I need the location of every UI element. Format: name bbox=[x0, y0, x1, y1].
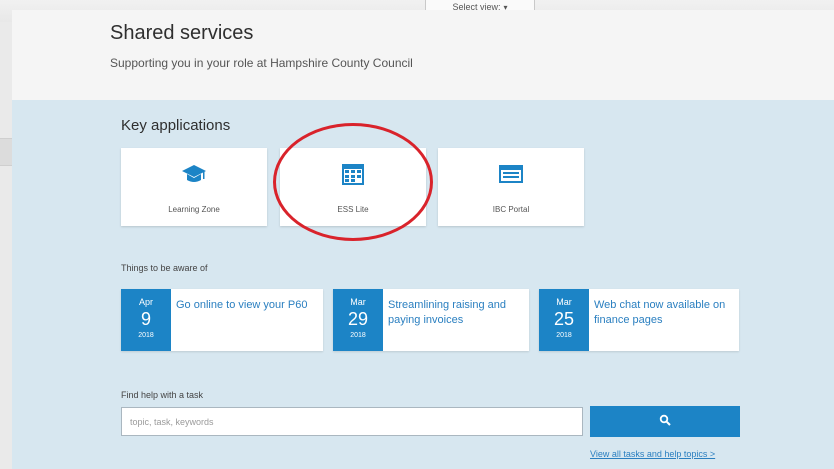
things-to-be-aware-of-heading: Things to be aware of bbox=[121, 263, 208, 273]
date-badge: Apr 9 2018 bbox=[121, 289, 171, 351]
search-input[interactable] bbox=[121, 407, 583, 436]
news-card[interactable]: Mar 29 2018 Streamlining raising and pay… bbox=[333, 289, 529, 351]
graduation-cap-icon bbox=[181, 162, 207, 186]
background-side-tab bbox=[0, 138, 12, 166]
date-badge: Mar 29 2018 bbox=[333, 289, 383, 351]
date-day: 25 bbox=[553, 309, 575, 329]
date-badge: Mar 25 2018 bbox=[539, 289, 589, 351]
view-all-tasks-link[interactable]: View all tasks and help topics > bbox=[590, 449, 715, 459]
news-card[interactable]: Apr 9 2018 Go online to view your P60 bbox=[121, 289, 323, 351]
find-help-label: Find help with a task bbox=[121, 390, 204, 400]
page-subtitle: Supporting you in your role at Hampshire… bbox=[110, 56, 413, 70]
background-left-edge bbox=[0, 22, 12, 469]
calendar-icon bbox=[340, 162, 366, 186]
news-card-text[interactable]: Web chat now available on finance pages bbox=[594, 298, 733, 328]
date-day: 29 bbox=[347, 309, 369, 329]
date-year: 2018 bbox=[556, 332, 572, 339]
browser-window-icon bbox=[498, 162, 524, 186]
news-card-text[interactable]: Streamlining raising and paying invoices bbox=[388, 298, 523, 328]
app-card-ess-lite[interactable]: ESS Lite bbox=[280, 148, 426, 226]
date-day: 9 bbox=[140, 309, 151, 329]
page-title: Shared services bbox=[110, 22, 254, 44]
news-card[interactable]: Mar 25 2018 Web chat now available on fi… bbox=[539, 289, 739, 351]
app-card-label: IBC Portal bbox=[492, 205, 530, 214]
date-month: Mar bbox=[556, 297, 572, 307]
news-card-text[interactable]: Go online to view your P60 bbox=[176, 298, 317, 313]
date-month: Mar bbox=[350, 297, 366, 307]
search-button[interactable] bbox=[590, 406, 740, 437]
app-card-label: Learning Zone bbox=[168, 205, 220, 214]
search-icon bbox=[659, 414, 671, 429]
date-year: 2018 bbox=[350, 332, 366, 339]
date-year: 2018 bbox=[138, 332, 154, 339]
date-month: Apr bbox=[138, 297, 153, 307]
app-card-ibc-portal[interactable]: IBC Portal bbox=[438, 148, 584, 226]
key-applications-heading: Key applications bbox=[121, 117, 231, 134]
app-card-label: ESS Lite bbox=[337, 205, 369, 214]
app-card-learning-zone[interactable]: Learning Zone bbox=[121, 148, 267, 226]
